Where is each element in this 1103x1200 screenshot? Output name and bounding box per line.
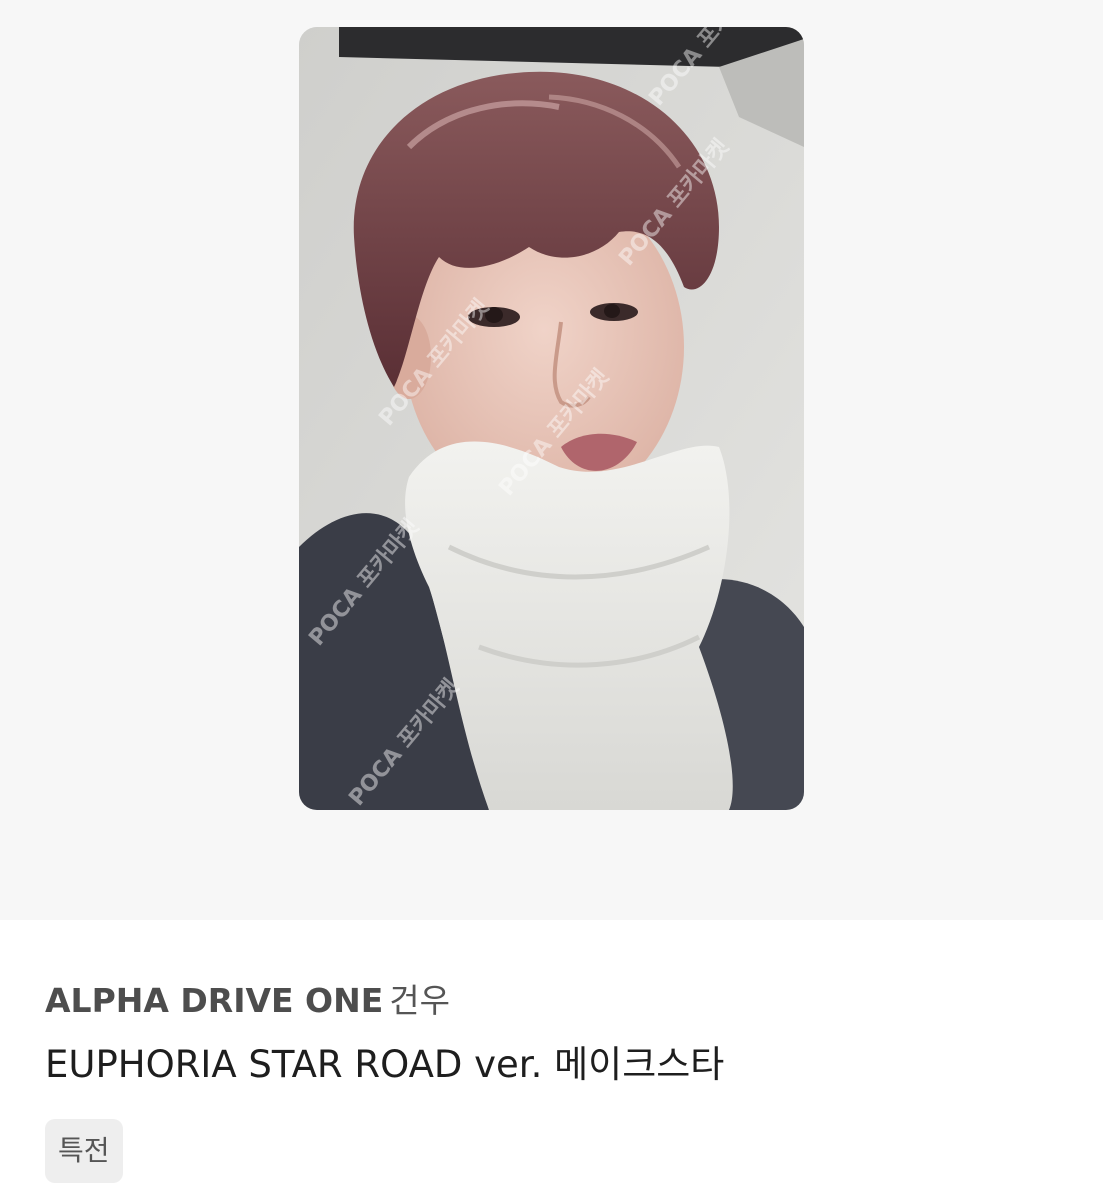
photocard-image[interactable]: POCA 포카마켓 POCA 포카마켓 POCA 포카마켓 POCA 포카마켓 … bbox=[299, 27, 804, 810]
album-version: EUPHORIA STAR ROAD ver. 메이크스타 bbox=[45, 1043, 725, 1086]
group-name[interactable]: ALPHA DRIVE ONE bbox=[45, 981, 383, 1020]
member-name[interactable]: 건우 bbox=[389, 981, 450, 1020]
product-page: POCA 포카마켓 POCA 포카마켓 POCA 포카마켓 POCA 포카마켓 … bbox=[0, 0, 1103, 1200]
product-title: ALPHA DRIVE ONE 건우 bbox=[45, 975, 1065, 1027]
benefit-tag[interactable]: 특전 bbox=[45, 1119, 123, 1183]
product-image-area: POCA 포카마켓 POCA 포카마켓 POCA 포카마켓 POCA 포카마켓 … bbox=[0, 0, 1103, 920]
product-info: ALPHA DRIVE ONE 건우 EUPHORIA STAR ROAD ver… bbox=[45, 975, 1065, 1183]
photocard-illustration: POCA 포카마켓 POCA 포카마켓 POCA 포카마켓 POCA 포카마켓 … bbox=[299, 27, 804, 810]
